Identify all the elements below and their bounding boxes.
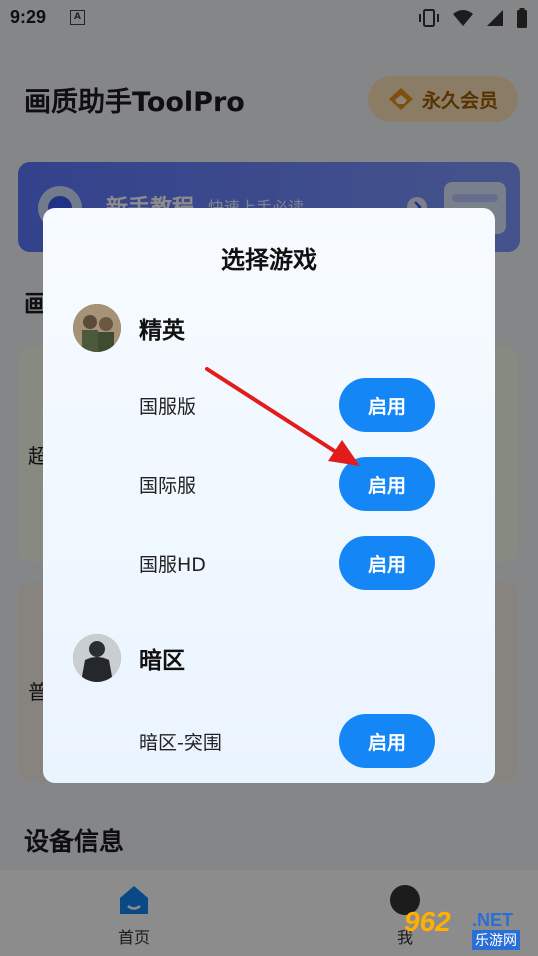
dialog-title: 选择游戏 xyxy=(221,246,317,274)
server-row: 国服HD 启用 xyxy=(139,536,435,590)
server-label: 国服版 xyxy=(139,396,197,418)
enable-button-cn[interactable]: 启用 xyxy=(339,378,435,432)
screen: 9:29 A 画质助手ToolPro 永久会员 画 超 普 设备信息 首页 我 … xyxy=(0,0,538,956)
game-name-elite: 精英 xyxy=(139,318,185,344)
select-game-dialog: 选择游戏 精英 国服版 启用 国际服 启用 国服HD 启用 暗区 暗区-突围 启… xyxy=(43,208,495,783)
enable-button-cn-hd[interactable]: 启用 xyxy=(339,536,435,590)
server-row: 国际服 启用 xyxy=(139,457,435,511)
elite-avatar xyxy=(73,304,121,352)
game-header-dark-zone: 暗区 xyxy=(73,634,185,682)
watermark-net: .NET xyxy=(472,910,514,930)
site-watermark: 962 .NET 乐游网 xyxy=(398,906,530,950)
server-label: 暗区-突围 xyxy=(139,732,222,754)
server-row: 暗区-突围 启用 xyxy=(139,714,435,768)
dark-zone-avatar xyxy=(73,634,121,682)
server-label: 国服HD xyxy=(139,554,206,576)
watermark-number: 962 xyxy=(404,906,451,937)
server-label: 国际服 xyxy=(139,475,197,497)
enable-button-dark-zone[interactable]: 启用 xyxy=(339,714,435,768)
server-row: 国服版 启用 xyxy=(139,378,435,432)
watermark-site: 乐游网 xyxy=(472,930,520,950)
enable-button-intl[interactable]: 启用 xyxy=(339,457,435,511)
game-header-elite: 精英 xyxy=(73,304,185,352)
game-name-dark-zone: 暗区 xyxy=(139,648,185,674)
